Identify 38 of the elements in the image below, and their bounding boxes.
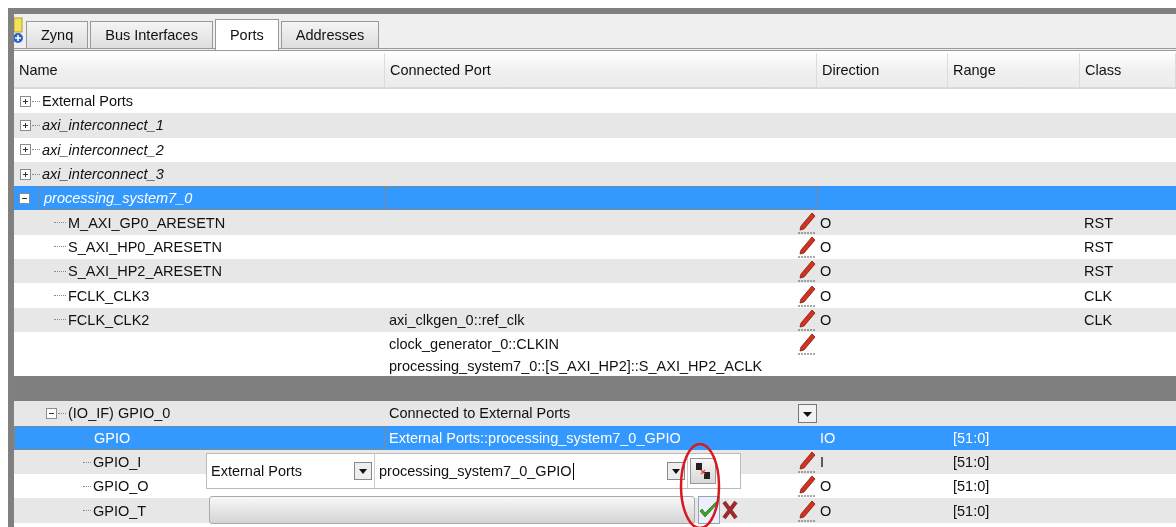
range-cell: [51:0] <box>953 478 990 495</box>
direction-cell: IO <box>820 429 836 446</box>
port-name: axi_interconnect_1 <box>42 117 164 134</box>
range-cell: [51:0] <box>953 454 990 470</box>
direction-cell: O <box>820 287 832 304</box>
direction-cell: O <box>820 311 832 328</box>
port-name: GPIO <box>94 429 131 446</box>
port-name: processing_system7_0 <box>44 190 193 207</box>
class-cell: RST <box>1084 214 1113 231</box>
port-name: FCLK_CLK3 <box>68 287 150 304</box>
port-name: GPIO_O <box>93 478 149 495</box>
range-cell: [51:0] <box>953 429 990 446</box>
class-cell: CLK <box>1084 287 1113 304</box>
direction-cell: I <box>820 454 825 470</box>
connected-port: axi_clkgen_0::ref_clk <box>389 311 525 328</box>
direction-cell: O <box>820 214 832 231</box>
range-cell: [51:0] <box>953 502 990 519</box>
port-name: External Ports <box>42 93 134 110</box>
class-cell: RST <box>1084 238 1113 255</box>
direction-cell: O <box>820 502 832 519</box>
port-name: axi_interconnect_3 <box>42 166 164 183</box>
connected-port: Connected to External Ports <box>389 405 571 422</box>
port-name: M_AXI_GP0_ARESETN <box>68 214 226 231</box>
class-cell: RST <box>1084 263 1113 280</box>
port-name: S_AXI_HP2_ARESETN <box>68 263 222 280</box>
connected-port: External Ports::processing_system7_0_GPIO <box>389 429 681 446</box>
port-name: (IO_IF) GPIO_0 <box>68 405 171 422</box>
port-name: GPIO_T <box>93 502 147 519</box>
connected-port: clock_generator_0::CLKIN <box>389 336 560 353</box>
port-name: axi_interconnect_2 <box>42 141 164 158</box>
direction-cell: O <box>820 238 832 255</box>
connected-port: processing_system7_0::[S_AXI_HP2]::S_AXI_HP2_ACLK <box>389 358 763 375</box>
class-cell: CLK <box>1084 311 1113 328</box>
port-name: GPIO_I <box>93 454 142 470</box>
port-name: S_AXI_HP0_ARESETN <box>68 238 222 255</box>
port-name: FCLK_CLK2 <box>68 311 150 328</box>
direction-cell: O <box>820 478 832 495</box>
direction-cell: O <box>820 263 832 280</box>
